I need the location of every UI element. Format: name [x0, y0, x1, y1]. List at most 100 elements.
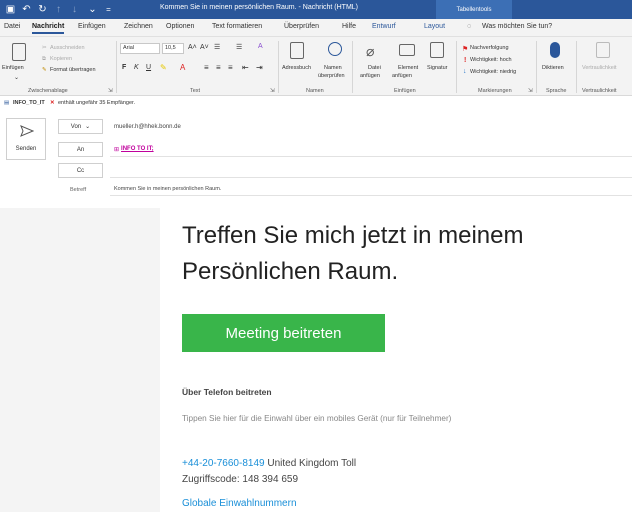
numbering-icon[interactable]: ☰	[236, 43, 242, 51]
tell-me-icon: ◌	[467, 23, 472, 30]
highlight-icon[interactable]: ✎	[160, 63, 167, 72]
attach-file-label-1[interactable]: Datei	[368, 65, 381, 71]
signature-button[interactable]: Signatur	[427, 65, 448, 71]
font-color-icon[interactable]: A	[180, 63, 185, 72]
decrease-indent-icon[interactable]: ⇤	[242, 63, 249, 72]
font-size-value: 10,5	[165, 45, 176, 51]
paste-dropdown-icon[interactable]: ⌄	[14, 74, 19, 81]
quickaccess-more-icon[interactable]: =	[102, 3, 115, 16]
check-names-icon	[328, 42, 342, 56]
sensitivity-icon	[596, 42, 610, 58]
tab-draw[interactable]: Zeichnen	[124, 23, 153, 30]
access-code: Zugriffscode: 148 394 659	[182, 474, 299, 485]
tell-me-search[interactable]: Was möchten Sie tun?	[482, 23, 552, 30]
message-body[interactable]: Treffen Sie mich jetzt in meinem Persönl…	[0, 200, 632, 512]
divider	[116, 41, 117, 93]
copy-button[interactable]: Kopieren	[50, 56, 72, 62]
grow-font-icon[interactable]: A˄	[188, 44, 197, 51]
info-text: enthält ungefähr 35 Empfänger.	[58, 100, 136, 106]
align-right-icon[interactable]: ≡	[228, 63, 233, 72]
increase-indent-icon[interactable]: ⇥	[256, 63, 263, 72]
tab-help[interactable]: Hilfe	[342, 23, 356, 30]
phone-region: United Kingdom Toll	[267, 458, 357, 469]
cc-button[interactable]: Cc	[58, 163, 103, 178]
redo-icon[interactable]: ↻	[36, 3, 49, 16]
followup-button[interactable]: Nachverfolgung	[470, 45, 509, 51]
attach-item-label-1[interactable]: Element	[398, 65, 418, 71]
tab-design[interactable]: Entwurf	[372, 23, 396, 30]
address-book-button[interactable]: Adressbuch	[282, 65, 311, 71]
subject-field[interactable]: Kommen Sie in meinen persönlichen Raum.	[110, 182, 632, 196]
clear-format-icon[interactable]: A	[258, 43, 263, 50]
format-painter-button[interactable]: Format übertragen	[50, 67, 96, 73]
to-field[interactable]: ⊞ INFO TO IT;	[110, 142, 632, 157]
cc-field[interactable]	[110, 163, 632, 178]
invite-heading-line1: Treffen Sie mich jetzt in meinem	[182, 222, 524, 249]
align-left-icon[interactable]: ≡	[204, 63, 209, 72]
error-icon: ✕	[50, 100, 55, 106]
shrink-font-icon[interactable]: A˅	[200, 44, 209, 51]
invite-heading: Treffen Sie mich jetzt in meinem Persönl…	[182, 218, 622, 290]
tab-layout[interactable]: Layout	[424, 23, 445, 30]
paste-button[interactable]: Einfügen	[2, 65, 24, 71]
bullets-icon[interactable]: ☰	[214, 43, 220, 51]
names-group-label: Namen	[306, 88, 324, 94]
phone-number-link[interactable]: +44-20-7660-8149	[182, 458, 265, 469]
copy-icon: ⧉	[42, 56, 46, 62]
group-expand-icon[interactable]: ⊞	[114, 146, 119, 153]
tags-group-label: Markierungen	[478, 88, 512, 94]
body-left-margin	[0, 208, 160, 512]
to-recipient[interactable]: INFO TO IT;	[121, 146, 154, 152]
up-icon[interactable]: ↑	[52, 3, 65, 16]
send-button[interactable]: Senden	[6, 118, 46, 160]
check-names-label-2[interactable]: überprüfen	[318, 73, 345, 79]
tab-review[interactable]: Überprüfen	[284, 23, 319, 30]
attach-file-label-2[interactable]: anfügen	[360, 73, 380, 79]
sensitivity-group-label: Vertraulichkeit	[582, 88, 617, 94]
tab-message[interactable]: Nachricht	[32, 23, 65, 34]
down-icon[interactable]: ↓	[68, 3, 81, 16]
ribbon-tabs: Datei Nachricht Einfügen Zeichnen Option…	[0, 19, 632, 37]
divider	[536, 41, 537, 93]
attach-file-icon: ⌀	[366, 43, 375, 59]
tab-options[interactable]: Optionen	[166, 23, 194, 30]
send-icon	[20, 125, 34, 137]
address-book-icon	[290, 42, 304, 59]
from-button[interactable]: Von ⌄	[58, 119, 103, 134]
title-bar: ▣ ↶ ↻ ↑ ↓ ⌄ = Kommen Sie in meinen persö…	[0, 0, 632, 19]
bold-button[interactable]: F	[122, 64, 126, 71]
high-importance-button[interactable]: Wichtigkeit: hoch	[470, 57, 512, 63]
tags-launcher-icon[interactable]: ⇲	[528, 88, 533, 94]
to-button[interactable]: An	[58, 142, 103, 157]
cc-button-label: Cc	[76, 167, 85, 174]
sensitivity-button[interactable]: Vertraulichkeit	[582, 65, 617, 71]
italic-button[interactable]: K	[134, 64, 139, 71]
divider	[576, 41, 577, 93]
divider	[278, 41, 279, 93]
chevron-down-icon: ⌄	[85, 124, 91, 130]
align-center-icon[interactable]: ≡	[216, 63, 221, 72]
low-importance-button[interactable]: Wichtigkeit: niedrig	[470, 69, 516, 75]
low-importance-icon: ↓	[463, 68, 467, 75]
font-size-select[interactable]: 10,5	[162, 43, 184, 54]
save-icon[interactable]: ▣	[4, 3, 17, 16]
from-field[interactable]: mueller.h@hhek.bonn.de	[110, 119, 632, 134]
tab-format-text[interactable]: Text formatieren	[212, 23, 262, 30]
tab-insert[interactable]: Einfügen	[78, 23, 106, 30]
underline-button[interactable]: U	[146, 64, 151, 71]
cut-button[interactable]: Ausschneiden	[50, 45, 85, 51]
mobile-dial-tip[interactable]: Tippen Sie hier für die Einwahl über ein…	[182, 408, 512, 429]
font-name-select[interactable]: Arial	[120, 43, 160, 54]
clipboard-launcher-icon[interactable]: ⇲	[108, 88, 113, 94]
global-numbers-link[interactable]: Globale Einwahlnummern	[182, 498, 297, 509]
undo-icon[interactable]: ↶	[20, 3, 33, 16]
customize-icon[interactable]: ⌄	[86, 3, 99, 16]
tab-file[interactable]: Datei	[4, 23, 20, 30]
text-launcher-icon[interactable]: ⇲	[270, 88, 275, 94]
join-meeting-button[interactable]: Meeting beitreten	[182, 314, 385, 352]
dictate-button[interactable]: Diktieren	[542, 65, 564, 71]
check-names-label-1[interactable]: Namen	[324, 65, 342, 71]
from-button-label: Von	[70, 123, 82, 130]
to-button-label: An	[76, 146, 85, 153]
attach-item-label-2[interactable]: anfügen	[392, 73, 412, 79]
